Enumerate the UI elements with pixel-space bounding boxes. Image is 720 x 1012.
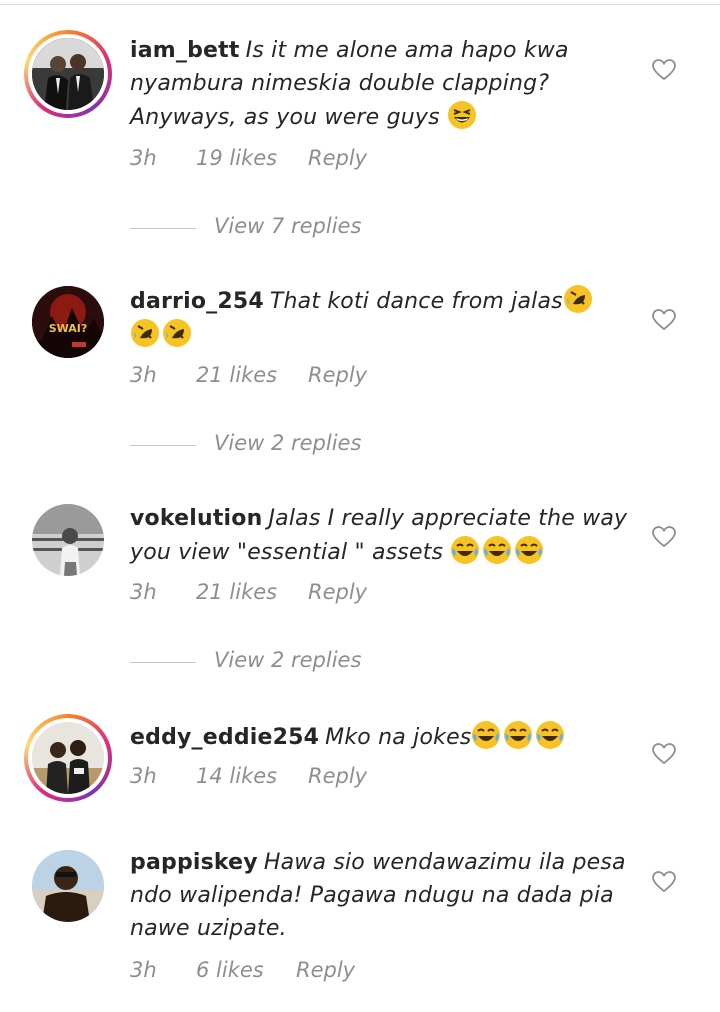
username[interactable]: pappiskey: [130, 850, 258, 875]
joy-emoji-icon: [483, 536, 512, 564]
comment-time: 3h: [130, 580, 157, 604]
heart-icon[interactable]: [652, 526, 676, 548]
comment-time: 3h: [130, 363, 157, 387]
story-ring: [24, 30, 112, 118]
likes-count[interactable]: 19 likes: [196, 146, 277, 170]
story-ring: [24, 714, 112, 802]
likes-count[interactable]: 6 likes: [196, 958, 264, 982]
likes-count[interactable]: 21 likes: [196, 580, 277, 604]
avatar[interactable]: [24, 496, 112, 584]
username[interactable]: vokelution: [130, 506, 262, 531]
reply-button[interactable]: Reply: [308, 146, 367, 170]
avatar[interactable]: SWAI?: [24, 278, 112, 366]
joy-emoji-icon: [536, 721, 565, 749]
username[interactable]: darrio_254: [130, 289, 264, 314]
view-replies-line: [130, 445, 196, 446]
rofl-emoji-icon: [163, 319, 191, 347]
comment-text-block: eddy_eddie254 Mko na jokes: [130, 720, 630, 754]
grinning-squint-emoji-icon: [448, 101, 477, 129]
joy-emoji-icon: [515, 536, 544, 564]
reply-button[interactable]: Reply: [308, 764, 367, 788]
avatar[interactable]: [24, 714, 112, 802]
view-replies-label: View 2 replies: [214, 648, 362, 672]
comment-body: That koti dance from jalas: [269, 289, 563, 314]
comment-text-block: iam_bett Is it me alone ama hapo kwa nyam…: [130, 34, 630, 134]
username[interactable]: eddy_eddie254: [130, 725, 319, 750]
joy-emoji-icon: [451, 536, 480, 564]
rofl-emoji-icon: [131, 319, 159, 347]
view-replies-label: View 7 replies: [214, 214, 362, 238]
comment-text-block: vokelution Jalas I really appreciate the …: [130, 502, 630, 569]
comment-body: Mko na jokes: [325, 725, 472, 750]
avatar[interactable]: [24, 30, 112, 118]
avatar-label: SWAI?: [49, 322, 88, 335]
view-replies-label: View 2 replies: [214, 431, 362, 455]
heart-icon[interactable]: [652, 743, 676, 765]
joy-emoji-icon: [472, 721, 501, 749]
joy-emoji-icon: [504, 721, 533, 749]
rofl-emoji-icon: [563, 285, 592, 313]
comment-time: 3h: [130, 958, 157, 982]
likes-count[interactable]: 21 likes: [196, 363, 277, 387]
comment-text-block: pappiskey Hawa sio wendawazimu ila pesa n…: [130, 846, 630, 945]
comment-time: 3h: [130, 146, 157, 170]
top-divider: [0, 4, 720, 5]
reply-button[interactable]: Reply: [308, 363, 367, 387]
heart-icon[interactable]: [652, 871, 676, 893]
comment-text-block: darrio_254 That koti dance from jalas: [130, 284, 630, 352]
comment-time: 3h: [130, 764, 157, 788]
username[interactable]: iam_bett: [130, 38, 240, 63]
reply-button[interactable]: Reply: [308, 580, 367, 604]
heart-icon[interactable]: [652, 309, 676, 331]
avatar[interactable]: [24, 842, 112, 930]
view-replies-line: [130, 662, 196, 663]
view-replies-line: [130, 228, 196, 229]
heart-icon[interactable]: [652, 59, 676, 81]
reply-button[interactable]: Reply: [296, 958, 355, 982]
likes-count[interactable]: 14 likes: [196, 764, 277, 788]
